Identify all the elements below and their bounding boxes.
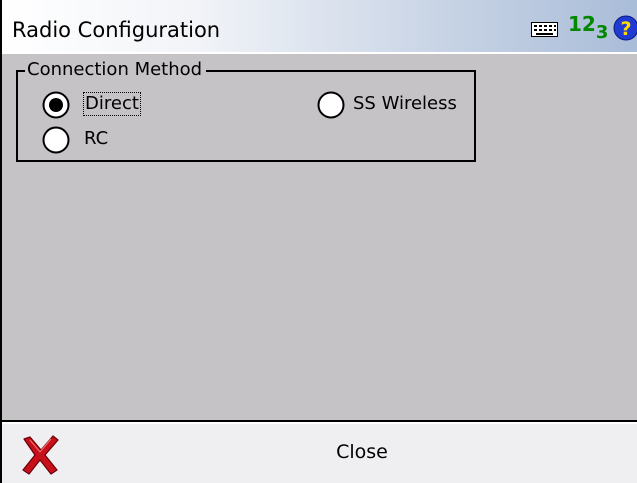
radio-ss-wireless-label: SS Wireless bbox=[353, 93, 457, 114]
radio-direct[interactable]: Direct bbox=[42, 91, 172, 119]
radio-direct-label: Direct bbox=[83, 92, 141, 116]
input-mode-main: 12 bbox=[568, 12, 596, 36]
connection-method-group: Connection Method Direct RC SS Wireless bbox=[16, 59, 476, 162]
svg-text:?: ? bbox=[620, 18, 631, 40]
window-title: Radio Configuration bbox=[12, 18, 221, 42]
red-x-icon[interactable] bbox=[20, 435, 60, 475]
radio-configuration-window: Radio Configuration 123 ? Connection Met… bbox=[0, 0, 637, 483]
close-button[interactable]: Close bbox=[302, 430, 422, 474]
radio-unselected-icon bbox=[42, 126, 70, 154]
title-bar: Radio Configuration 123 ? bbox=[2, 0, 637, 54]
radio-ss-wireless[interactable]: SS Wireless bbox=[317, 91, 472, 119]
radio-selected-icon bbox=[42, 91, 70, 119]
group-legend: Connection Method bbox=[25, 59, 207, 81]
help-icon[interactable]: ? bbox=[613, 15, 637, 41]
bottom-command-bar: Close bbox=[2, 420, 637, 483]
keyboard-icon[interactable] bbox=[531, 22, 558, 37]
radio-rc[interactable]: RC bbox=[42, 126, 142, 154]
input-mode-sub: 3 bbox=[595, 22, 609, 43]
radio-unselected-icon bbox=[317, 91, 345, 119]
input-mode-indicator[interactable]: 123 bbox=[568, 12, 608, 43]
radio-rc-label: RC bbox=[84, 128, 109, 149]
